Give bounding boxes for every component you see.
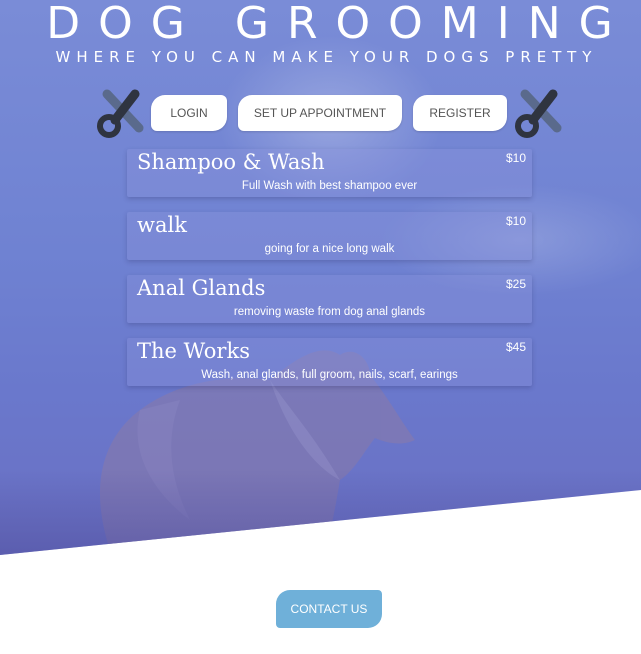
hero-ground — [0, 470, 641, 555]
service-price: $10 — [505, 151, 526, 165]
login-button[interactable]: LOGIN — [151, 95, 227, 131]
service-name: Shampoo & Wash — [137, 150, 325, 174]
services-list: Shampoo & Wash $10 Full Wash with best s… — [127, 149, 532, 401]
service-price: $25 — [505, 277, 526, 291]
service-price: $45 — [505, 340, 526, 354]
service-card[interactable]: Anal Glands $25 removing waste from dog … — [127, 275, 532, 323]
site-subtitle: WHERE YOU CAN MAKE YOUR DOGS PRETTY — [55, 48, 598, 66]
service-description: Wash, anal glands, full groom, nails, sc… — [201, 369, 458, 381]
service-description: Full Wash with best shampoo ever — [241, 180, 418, 192]
main-nav: LOGIN SET UP APPOINTMENT REGISTER — [0, 88, 641, 138]
service-card[interactable]: walk $10 going for a nice long walk — [127, 212, 532, 260]
site-title: DOG GROOMING — [46, 0, 631, 49]
service-card[interactable]: The Works $45 Wash, anal glands, full gr… — [127, 338, 532, 386]
service-name: walk — [137, 213, 187, 237]
service-description: going for a nice long walk — [264, 243, 395, 255]
service-name: The Works — [137, 339, 250, 363]
scissors-icon — [515, 89, 562, 138]
service-description: removing waste from dog anal glands — [233, 306, 426, 318]
scissors-icon — [97, 89, 144, 138]
service-name: Anal Glands — [137, 276, 266, 300]
contact-us-button[interactable]: CONTACT US — [276, 590, 382, 628]
appointment-button[interactable]: SET UP APPOINTMENT — [238, 95, 402, 131]
service-price: $10 — [505, 214, 526, 228]
register-button[interactable]: REGISTER — [413, 95, 507, 131]
service-card[interactable]: Shampoo & Wash $10 Full Wash with best s… — [127, 149, 532, 197]
